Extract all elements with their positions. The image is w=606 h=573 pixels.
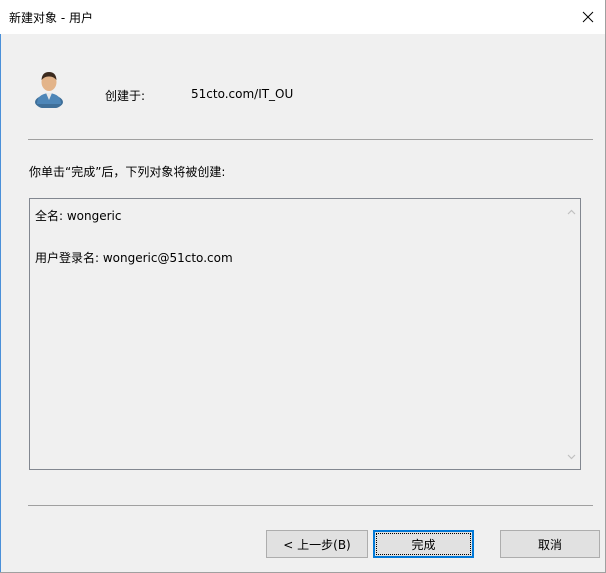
- back-button[interactable]: < 上一步(B): [266, 530, 368, 558]
- vertical-scrollbar[interactable]: [563, 199, 580, 469]
- scroll-up-arrow[interactable]: [563, 203, 580, 220]
- chevron-down-icon: [567, 454, 576, 459]
- scroll-down-arrow[interactable]: [563, 448, 580, 465]
- header-divider: [28, 139, 593, 140]
- close-icon: [582, 11, 594, 23]
- back-button-label: < 上一步(B): [283, 537, 351, 552]
- finish-button[interactable]: 完成: [373, 530, 474, 558]
- finish-button-label: 完成: [411, 537, 436, 552]
- footer-divider: [28, 505, 593, 506]
- chevron-up-icon: [567, 209, 576, 214]
- window-left-edge: [0, 34, 1, 572]
- cancel-button[interactable]: 取消: [500, 530, 600, 558]
- title-bar: 新建对象 - 用户: [0, 0, 605, 34]
- summary-logon-name: 用户登录名: wongeric@51cto.com: [35, 251, 233, 265]
- user-icon: [35, 72, 63, 108]
- window-title: 新建对象 - 用户: [9, 11, 93, 25]
- close-button[interactable]: [571, 0, 605, 34]
- cancel-button-label: 取消: [537, 537, 562, 552]
- finish-focus-rect: 完成: [376, 533, 471, 555]
- new-user-dialog: 新建对象 - 用户 创建于: 51cto.com/IT_OU 你单击“完成”后，…: [0, 0, 606, 573]
- summary-full-name: 全名: wongeric: [35, 209, 122, 223]
- created-in-value: 51cto.com/IT_OU: [191, 87, 294, 101]
- summary-textbox[interactable]: 全名: wongeric 用户登录名: wongeric@51cto.com: [29, 198, 581, 470]
- created-in-label: 创建于:: [105, 89, 146, 103]
- instruction-text: 你单击“完成”后，下列对象将被创建:: [29, 165, 226, 179]
